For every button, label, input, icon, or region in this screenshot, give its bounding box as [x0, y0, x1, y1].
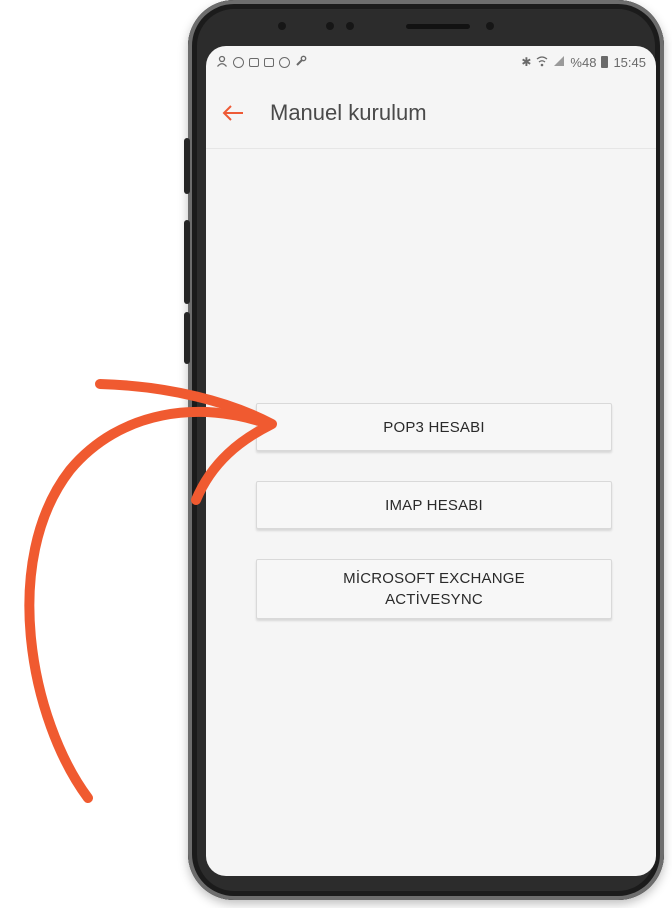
battery-icon — [601, 56, 609, 68]
page-title: Manuel kurulum — [270, 100, 427, 125]
front-camera — [486, 22, 494, 30]
app-bar: Manuel kurulum — [206, 78, 656, 149]
volume-up-button — [184, 138, 190, 194]
clock: 15:45 — [613, 54, 646, 70]
back-button[interactable] — [218, 98, 248, 128]
earpiece-speaker — [406, 24, 470, 29]
status-bar: ✱ %48 15:45 — [206, 46, 656, 78]
person-icon — [216, 55, 228, 69]
circle-p-icon — [233, 56, 244, 68]
arrow-left-icon — [222, 105, 243, 121]
imap-account-label: IMAP HESABI — [385, 496, 483, 514]
status-system-icons: ✱ %48 15:45 — [521, 55, 646, 70]
email-icon — [264, 57, 274, 67]
volume-down-button — [184, 220, 190, 304]
pop3-account-label: POP3 HESABI — [383, 418, 485, 436]
sensor-dot — [346, 22, 354, 30]
wifi-icon — [536, 55, 548, 69]
status-notification-icons — [216, 55, 307, 69]
phone-screen: ✱ %48 15:45 Manuel kurulum POP3 HESABI I… — [206, 46, 656, 876]
sensor-dot — [278, 22, 286, 30]
imap-account-button[interactable]: IMAP HESABI — [256, 481, 612, 529]
account-type-list: POP3 HESABI IMAP HESABI MİCROSOFT EXCHAN… — [206, 149, 656, 876]
circle-icon — [279, 56, 290, 68]
sensor-dot — [326, 22, 334, 30]
image-icon — [249, 57, 259, 67]
bluetooth-icon: ✱ — [521, 55, 532, 69]
exchange-label-line1: MİCROSOFT EXCHANGE — [343, 570, 525, 587]
bixby-button — [184, 312, 190, 364]
signal-icon — [553, 55, 565, 69]
exchange-label-line2: ACTİVESYNC — [385, 591, 483, 608]
exchange-activesync-button[interactable]: MİCROSOFT EXCHANGE ACTİVESYNC — [256, 559, 612, 619]
pop3-account-button[interactable]: POP3 HESABI — [256, 403, 612, 451]
battery-percentage: %48 — [570, 54, 597, 70]
wrench-icon — [295, 55, 307, 69]
